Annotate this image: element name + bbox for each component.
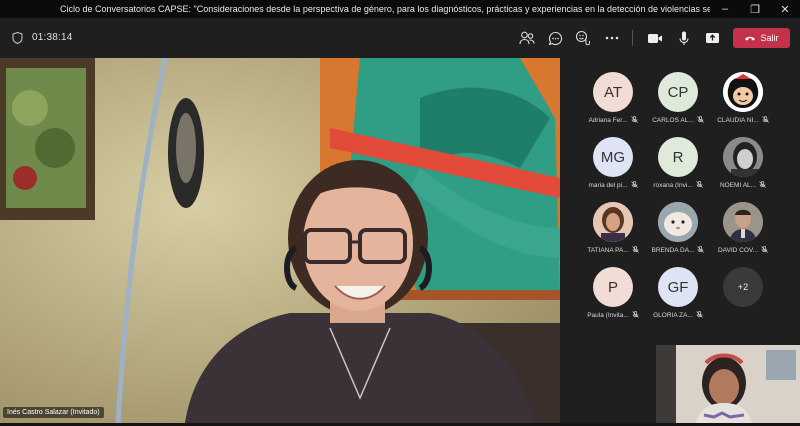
participant-label: GLORIA ZA... [651,311,705,320]
participant-tile[interactable]: +2 [716,267,770,327]
avatar-initials: MG [600,148,626,166]
avatar-initials: AT [603,83,623,101]
participant-label: roxana (Invi... [651,181,705,190]
participant-tile[interactable]: P Paula (Invita... [586,267,640,327]
self-view-frame [656,345,800,423]
participant-label: Adriana Fer... [586,116,640,125]
participant-tile[interactable]: GF GLORIA ZA... [651,267,705,327]
share-icon[interactable] [703,29,721,47]
avatar-initials: CP [667,83,689,101]
participant-tile[interactable]: Rroxana (Invi... [651,137,705,197]
avatar [658,202,698,242]
avatar-initials: P [607,278,618,296]
participant-label: DAVID COV... [716,246,770,255]
muted-mic-icon [697,246,705,255]
participant-name: roxana (Invi... [653,182,693,189]
more-participants-button[interactable]: +2 [723,267,763,307]
avatar: MG [593,137,633,177]
reactions-icon[interactable] [574,29,592,47]
window-title: Ciclo de Conversatorios CAPSE: "Consider… [60,4,710,14]
avatar [593,202,633,242]
hang-up-icon [745,36,756,41]
participant-tile[interactable]: CP CARLOS AL... [651,72,705,132]
participants-icon[interactable] [518,29,536,47]
leave-button[interactable]: Salir [733,28,790,48]
participant-tile[interactable]: MG maria del pi... [586,137,640,197]
participant-label: NOEMI AL... [716,181,770,190]
participant-name: GLORIA ZA... [653,312,693,319]
muted-mic-icon [630,116,638,125]
title-bar: Ciclo de Conversatorios CAPSE: "Consider… [0,0,800,18]
participant-label: Paula (Invita... [586,311,640,320]
participant-name: CLAUDIA NI... [717,117,759,124]
muted-mic-icon [761,116,769,125]
participant-tile[interactable]: DAVID COV... [716,202,770,262]
avatar: GF [658,267,698,307]
muted-mic-icon [759,181,766,190]
participant-tile[interactable]: TATIANA PA... [586,202,640,262]
participant-name: BRENDA DA... [651,247,695,254]
participant-label: CLAUDIA NI... [716,116,770,125]
avatar: P [593,267,633,307]
camera-icon[interactable] [646,29,664,47]
muted-mic-icon [696,311,703,320]
speaker-video-frame [0,58,560,423]
avatar [723,72,763,112]
avatar [723,137,763,177]
participant-name: DAVID COV... [717,247,759,254]
muted-mic-icon [630,181,638,190]
participant-label: CARLOS AL... [651,116,705,125]
more-icon[interactable] [603,29,621,47]
muted-mic-icon [631,246,639,255]
minimize-icon[interactable]: – [712,3,738,16]
participant-tile[interactable]: NOEMI AL... [716,137,770,197]
meeting-timer: 01:38:14 [32,32,73,43]
muted-mic-icon [696,116,704,125]
participant-name: TATIANA PA... [587,247,629,254]
avatar-initials: +2 [737,282,749,292]
main-video[interactable]: Inés Castro Salazar (Invitado) [0,58,560,423]
muted-mic-icon [761,246,768,255]
avatar: CP [658,72,698,112]
toolbar-divider [632,30,633,46]
muted-mic-icon [695,181,703,190]
avatar [723,202,763,242]
self-view-video[interactable] [656,345,800,423]
participant-name: Paula (Invita... [587,312,629,319]
participant-tile[interactable]: AT Adriana Fer... [586,72,640,132]
meeting-toolbar: 01:38:14 Salir [0,18,800,58]
muted-mic-icon [631,311,639,320]
close-icon[interactable]: ✕ [772,3,798,16]
avatar: AT [593,72,633,112]
participant-name: CARLOS AL... [652,117,694,124]
participant-tile[interactable]: BRENDA DA... [651,202,705,262]
microphone-icon[interactable] [675,29,693,47]
participant-name: Adriana Fer... [588,117,628,124]
participant-label: maria del pi... [586,181,640,190]
participant-tile[interactable]: CLAUDIA NI... [716,72,770,132]
avatar: R [658,137,698,177]
participant-label: BRENDA DA... [651,246,705,255]
leave-label: Salir [760,33,779,43]
participant-name: maria del pi... [588,182,628,189]
shield-icon [12,32,23,44]
restore-icon[interactable]: ❐ [742,3,768,16]
participant-label: TATIANA PA... [586,246,640,255]
speaker-name-label: Inés Castro Salazar (Invitado) [3,407,104,418]
avatar-initials: R [672,148,684,166]
participant-name: NOEMI AL... [719,182,757,189]
window-controls: – ❐ ✕ [710,3,800,16]
avatar-initials: GF [667,278,689,296]
chat-icon[interactable] [546,29,564,47]
